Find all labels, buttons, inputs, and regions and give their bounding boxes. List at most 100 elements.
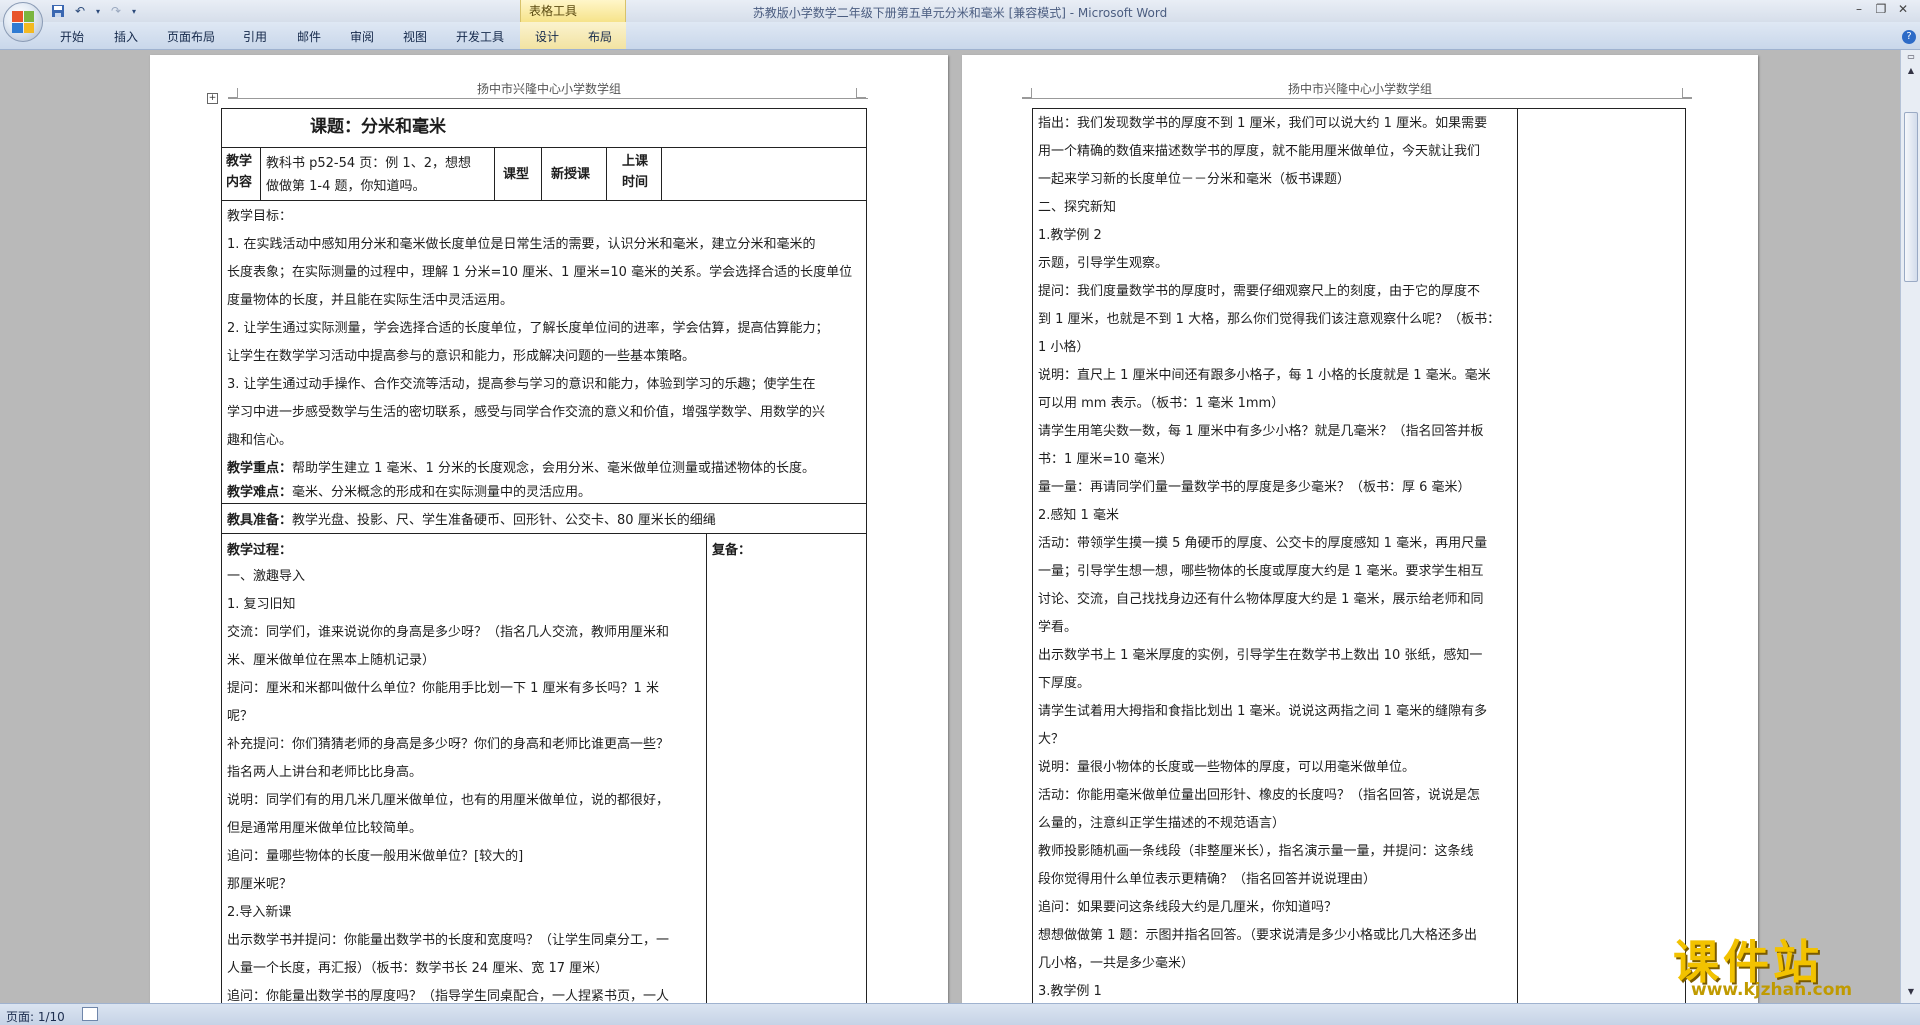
office-logo-icon (12, 11, 34, 33)
col-divider (661, 147, 662, 200)
process-line: 想想做做第 1 题：示图并指名回答。（要求说清是多少小格或比几大格还多出 (1038, 928, 1478, 943)
scroll-down-icon[interactable]: ▼ (1904, 987, 1918, 999)
header-rule (1022, 98, 1692, 99)
minimize-icon[interactable]: – (1848, 2, 1870, 16)
tab-developer[interactable]: 开发工具 (456, 28, 504, 45)
process-line: 讨论、交流，自己找找身边还有什么物体厚度大约是 1 毫米，展示给老师和同 (1038, 592, 1484, 607)
process-line: 出示数学书上 1 毫米厚度的实例，引导学生在数学书上数出 10 张纸，感知一 (1038, 648, 1483, 663)
process-line: 示题，引导学生观察。 (1038, 256, 1169, 271)
process-line: 活动：你能用毫米做单位量出回形针、橡皮的长度吗？（指名回答，说说是怎 (1038, 788, 1481, 803)
lesson-title: 课题：分米和毫米 (310, 117, 446, 137)
process-line: 下厚度。 (1038, 676, 1091, 691)
table-move-handle-icon[interactable]: + (207, 93, 218, 104)
tab-design[interactable]: 设计 (535, 28, 559, 45)
content-label: 教学 内容 (226, 154, 253, 190)
process-line: 说明：同学们有的用几米几厘米做单位，也有的用厘米做单位，说的都很好， (227, 793, 670, 808)
process-line: 2.导入新课 (227, 905, 292, 920)
process-line: 活动：带领学生摸一摸 5 角硬币的厚度、公交卡的厚度感知 1 毫米，再用尺量 (1038, 536, 1488, 551)
ruler-toggle-icon[interactable]: ▭ (1904, 52, 1918, 64)
document-workspace: 扬中市兴隆中心小学数学组 + 课题：分米和毫米 教学 内容 教科书 p52-54 … (0, 50, 1900, 1003)
process-list-continued: 指出：我们发现数学书的厚度不到 1 厘米，我们可以说大约 1 厘米。如果需要 用… (1038, 110, 1514, 1003)
document-page-1: 扬中市兴隆中心小学数学组 + 课题：分米和毫米 教学 内容 教科书 p52-54 … (150, 55, 948, 1003)
objective-line: 让学生在数学学习活动中提高参与的意识和能力，形成解决问题的一些基本策略。 (227, 349, 696, 364)
process-line: 量一量：再请同学们量一量数学书的厚度是多少毫米？（板书：厚 6 毫米） (1038, 480, 1471, 495)
scrollbar-thumb[interactable] (1904, 112, 1918, 282)
materials: 教具准备：教学光盘、投影、尺、学生准备硬币、回形针、公交卡、80 厘米长的细绳 (227, 513, 716, 528)
process-line: 书：1 厘米=10 毫米） (1038, 452, 1173, 467)
row-divider (221, 200, 867, 201)
process-line: 大？ (1038, 732, 1065, 747)
process-line: 说明：量很小物体的长度或一些物体的厚度，可以用毫米做单位。 (1038, 760, 1416, 775)
objective-line: 趣和信心。 (227, 433, 293, 448)
vertical-scrollbar[interactable]: ▭ ▲ ▼ (1900, 50, 1920, 1003)
page-header: 扬中市兴隆中心小学数学组 (476, 82, 621, 96)
objective-line: 3. 让学生通过动手操作、合作交流等活动，提高参与学习的意识和能力，体验到学习的… (227, 377, 816, 392)
tab-review[interactable]: 审阅 (350, 28, 374, 45)
difficulty: 教学难点：毫米、分米概念的形成和在实际测量中的灵活应用。 (227, 485, 592, 500)
close-icon[interactable]: ✕ (1892, 2, 1914, 16)
objective-line: 2. 让学生通过实际测量，学会选择合适的长度单位，了解长度单位间的进率，学会估算… (227, 321, 829, 336)
page-indicator[interactable]: 页面: 1/10 (6, 1008, 65, 1025)
tab-home[interactable]: 开始 (60, 28, 84, 45)
review-heading: 复备： (712, 543, 752, 558)
tab-layout[interactable]: 布局 (588, 28, 612, 45)
process-line: 说明：直尺上 1 厘米中间还有跟多小格子，每 1 小格的长度就是 1 毫米。毫米 (1038, 368, 1491, 383)
undo-icon[interactable]: ↶ (72, 3, 88, 19)
process-line: 1. 复习旧知 (227, 597, 296, 612)
lesson-type-label: 课型 (503, 167, 530, 182)
objective-line: 1. 在实践活动中感知用分米和毫米做长度单位是日常生活的需要，认识分米和毫米，建… (227, 237, 816, 252)
process-line: 交流：同学们，谁来说说你的身高是多少呀？（指名几人交流，教师用厘米和 (227, 625, 670, 640)
col-divider (606, 147, 607, 200)
class-time-label: 上课 时间 (622, 154, 649, 190)
process-line: 1 小格） (1038, 340, 1090, 355)
redo-icon[interactable]: ↷ (108, 3, 124, 19)
process-line: 出示数学书并提问：你能量出数学书的长度和宽度吗？（让学生同桌分工，一 (227, 933, 670, 948)
objective-line: 学习中进一步感受数学与生活的密切联系，感受与同学合作交流的意义和价值，增强学数学… (227, 405, 826, 420)
process-line: 一起来学习新的长度单位－－分米和毫米（板书课题） (1038, 172, 1351, 187)
office-button[interactable] (3, 2, 43, 42)
col-divider (541, 147, 542, 200)
col-divider (1517, 108, 1518, 1003)
col-divider (494, 147, 495, 200)
process-line: 呢？ (227, 709, 254, 724)
tab-insert[interactable]: 插入 (114, 28, 138, 45)
process-line: 人量一个长度，再汇报）（板书：数学书长 24 厘米、宽 17 厘米） (227, 961, 609, 976)
process-line: 补充提问：你们猜猜老师的身高是多少呀？你们的身高和老师比谁更高一些？ (227, 737, 670, 752)
tab-mailings[interactable]: 邮件 (297, 28, 321, 45)
title-bar: 表格工具 苏教版小学数学二年级下册第五单元分米和毫米 [兼容模式] - Micr… (0, 0, 1920, 22)
quick-access-toolbar: ↶ ▾ ↷ ▾ (50, 3, 144, 19)
process-line: 那厘米呢？ (227, 877, 293, 892)
objectives-list: 1. 在实践活动中感知用分米和毫米做长度单位是日常生活的需要，认识分米和毫米，建… (227, 231, 863, 455)
tab-references[interactable]: 引用 (243, 28, 267, 45)
tab-view[interactable]: 视图 (403, 28, 427, 45)
help-icon[interactable]: ? (1902, 30, 1916, 44)
header-rule (228, 98, 868, 99)
objective-line: 长度表象；在实际测量的过程中，理解 1 分米=10 厘米、1 厘米=10 毫米的… (227, 265, 853, 280)
objectives-heading: 教学目标： (227, 209, 293, 224)
content-value: 教科书 p52-54 页：例 1、2，想想 做做第 1-4 题，你知道吗。 (266, 156, 471, 194)
process-line: 但是通常用厘米做单位比较简单。 (227, 821, 423, 836)
process-line: 米、厘米做单位在黑本上随机记录） (227, 653, 436, 668)
tab-page-layout[interactable]: 页面布局 (167, 28, 215, 45)
process-line: 可以用 mm 表示。（板书：1 毫米 1mm） (1038, 396, 1285, 411)
process-line: 教师投影随机画一条线段（非整厘米长），指名演示量一量，并提问：这条线 (1038, 844, 1474, 859)
process-line: 2.感知 1 毫米 (1038, 508, 1119, 523)
process-line: 么量的，注意纠正学生描述的不规范语言） (1038, 816, 1286, 831)
document-page-2: 扬中市兴隆中心小学数学组 指出：我们发现数学书的厚度不到 1 厘米，我们可以说大… (962, 55, 1758, 1003)
save-icon[interactable] (50, 3, 66, 19)
restore-icon[interactable]: ❐ (1870, 2, 1892, 16)
proofing-icon[interactable] (82, 1007, 98, 1021)
process-line: 用一个精确的数值来描述数学书的厚度，就不能用厘米做单位，今天就让我们 (1038, 144, 1481, 159)
scroll-up-icon[interactable]: ▲ (1904, 66, 1918, 78)
process-line: 几小格，一共是多少毫米） (1038, 956, 1195, 971)
process-line: 请学生试着用大拇指和食指比划出 1 毫米。说说这两指之间 1 毫米的缝隙有多 (1038, 704, 1488, 719)
customize-qat-icon[interactable]: ▾ (130, 3, 138, 19)
watermark-url: www.kjzhan.com (1691, 980, 1853, 1000)
process-line: 1.教学例 2 (1038, 228, 1102, 243)
process-line: 到 1 厘米，也就是不到 1 大格，那么你们觉得我们该注意观察什么呢？（板书： (1038, 312, 1501, 327)
process-line: 一、激趣导入 (227, 569, 306, 584)
undo-dropdown-icon[interactable]: ▾ (94, 3, 102, 19)
process-line: 指名两人上讲台和老师比比身高。 (227, 765, 423, 780)
process-line: 指出：我们发现数学书的厚度不到 1 厘米，我们可以说大约 1 厘米。如果需要 (1038, 116, 1488, 131)
process-line: 学看。 (1038, 620, 1078, 635)
